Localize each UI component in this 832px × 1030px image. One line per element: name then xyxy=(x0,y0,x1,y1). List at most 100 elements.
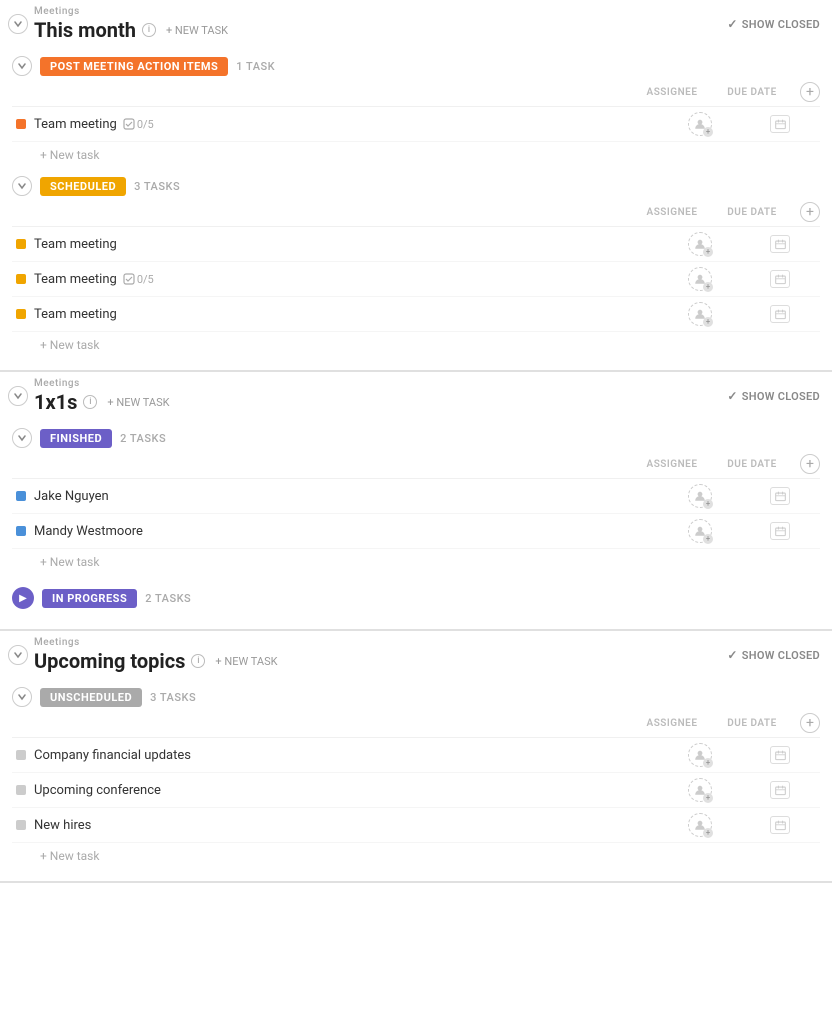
task-row: Team meeting 0/5 + xyxy=(12,262,820,297)
task-name: Team meeting xyxy=(34,237,660,252)
assignee-avatar[interactable]: + xyxy=(688,484,712,508)
duedate-cell xyxy=(740,816,820,834)
info-icon[interactable]: i xyxy=(191,654,205,668)
add-task-btn[interactable]: + New task xyxy=(12,332,820,354)
task-name: Team meeting 0/5 xyxy=(34,272,660,287)
avatar-add-icon: + xyxy=(703,758,713,768)
collapse-btn[interactable] xyxy=(12,176,32,196)
task-row: New hires + xyxy=(12,808,820,843)
assignee-avatar[interactable]: + xyxy=(688,302,712,326)
calendar-icon[interactable] xyxy=(770,305,790,323)
calendar-icon[interactable] xyxy=(770,235,790,253)
assignee-avatar[interactable]: + xyxy=(688,267,712,291)
section-title: Upcoming topics xyxy=(34,649,185,673)
add-task-btn[interactable]: + New task xyxy=(12,843,820,865)
section-header-left: Meetings 1x1s i + NEW TASK xyxy=(8,378,174,414)
avatar-add-icon: + xyxy=(703,534,713,544)
add-column-btn[interactable]: + xyxy=(800,82,820,102)
assignee-cell: + xyxy=(660,302,740,326)
show-closed-btn[interactable]: ✓ SHOW CLOSED xyxy=(727,17,820,31)
calendar-icon[interactable] xyxy=(770,487,790,505)
assignee-avatar[interactable]: + xyxy=(688,743,712,767)
task-row: Team meeting + xyxy=(12,227,820,262)
task-checkbox-icon: 0/5 xyxy=(123,118,154,131)
group-post-meeting: POST MEETING ACTION ITEMS 1 TASK ASSIGNE… xyxy=(12,52,820,164)
section-upcoming-topics: Meetings Upcoming topics i + NEW TASK ✓ … xyxy=(0,631,832,883)
group-in-progress: ▶ IN PROGRESS 2 TASKS xyxy=(12,579,820,613)
task-name: Upcoming conference xyxy=(34,783,660,798)
task-name: New hires xyxy=(34,818,660,833)
section-new-task-btn[interactable]: + NEW TASK xyxy=(211,653,281,670)
assignee-avatar[interactable]: + xyxy=(688,778,712,802)
section-new-task-btn[interactable]: + NEW TASK xyxy=(162,22,232,39)
info-icon[interactable]: i xyxy=(142,23,156,37)
section-collapse-btn[interactable] xyxy=(8,386,28,406)
task-color-indicator xyxy=(16,750,26,760)
avatar-add-icon: + xyxy=(703,127,713,137)
task-name: Company financial updates xyxy=(34,748,660,763)
task-row: Upcoming conference + xyxy=(12,773,820,808)
group-finished: FINISHED 2 TASKS ASSIGNEE DUE DATE + Jak… xyxy=(12,424,820,571)
info-icon[interactable]: i xyxy=(83,395,97,409)
calendar-icon[interactable] xyxy=(770,781,790,799)
section-header: Meetings This month i + NEW TASK ✓ SHOW … xyxy=(0,0,832,44)
duedate-cell xyxy=(740,115,820,133)
duedate-cell xyxy=(740,235,820,253)
group-tag: IN PROGRESS xyxy=(42,589,137,608)
assignee-avatar[interactable]: + xyxy=(688,232,712,256)
task-row: Mandy Westmoore + xyxy=(12,514,820,549)
add-column-btn[interactable]: + xyxy=(800,202,820,222)
group-tag: FINISHED xyxy=(40,429,112,448)
duedate-col-header: DUE DATE xyxy=(712,87,792,98)
column-headers: ASSIGNEE DUE DATE + xyxy=(12,711,820,738)
calendar-icon[interactable] xyxy=(770,746,790,764)
show-closed-btn[interactable]: ✓ SHOW CLOSED xyxy=(727,389,820,403)
duedate-cell xyxy=(740,270,820,288)
group-tag: UNSCHEDULED xyxy=(40,688,142,707)
duedate-cell xyxy=(740,522,820,540)
group-task-count: 3 TASKS xyxy=(150,691,196,704)
assignee-cell: + xyxy=(660,267,740,291)
collapse-btn[interactable] xyxy=(12,56,32,76)
in-progress-play-btn[interactable]: ▶ xyxy=(12,587,34,609)
task-color-indicator xyxy=(16,785,26,795)
calendar-icon[interactable] xyxy=(770,115,790,133)
show-closed-check: ✓ xyxy=(727,389,737,403)
assignee-avatar[interactable]: + xyxy=(688,519,712,543)
section-title: 1x1s xyxy=(34,390,77,414)
duedate-cell xyxy=(740,305,820,323)
assignee-cell: + xyxy=(660,484,740,508)
calendar-icon[interactable] xyxy=(770,522,790,540)
collapse-btn[interactable] xyxy=(12,428,32,448)
section-1x1s: Meetings 1x1s i + NEW TASK ✓ SHOW CLOSED… xyxy=(0,372,832,631)
section-collapse-btn[interactable] xyxy=(8,14,28,34)
add-column-btn[interactable]: + xyxy=(800,713,820,733)
section-new-task-btn[interactable]: + NEW TASK xyxy=(103,394,173,411)
add-column-btn[interactable]: + xyxy=(800,454,820,474)
show-closed-btn[interactable]: ✓ SHOW CLOSED xyxy=(727,648,820,662)
section-header-left: Meetings Upcoming topics i + NEW TASK xyxy=(8,637,282,673)
section-category: Meetings xyxy=(34,6,232,17)
calendar-icon[interactable] xyxy=(770,270,790,288)
section-collapse-btn[interactable] xyxy=(8,645,28,665)
task-checkbox-icon: 0/5 xyxy=(123,273,154,286)
task-color-indicator xyxy=(16,820,26,830)
column-headers: ASSIGNEE DUE DATE + xyxy=(12,200,820,227)
assignee-cell: + xyxy=(660,232,740,256)
assignee-col-header: ASSIGNEE xyxy=(632,718,712,729)
group-header-in-progress: ▶ IN PROGRESS 2 TASKS xyxy=(12,579,820,613)
collapse-btn[interactable] xyxy=(12,687,32,707)
task-row: Jake Nguyen + xyxy=(12,479,820,514)
group-task-count: 1 TASK xyxy=(236,60,275,73)
avatar-add-icon: + xyxy=(703,247,713,257)
group-header: UNSCHEDULED 3 TASKS xyxy=(12,683,820,711)
add-task-btn[interactable]: + New task xyxy=(12,142,820,164)
add-task-btn[interactable]: + New task xyxy=(12,549,820,571)
show-closed-check: ✓ xyxy=(727,17,737,31)
assignee-avatar[interactable]: + xyxy=(688,112,712,136)
task-color-indicator xyxy=(16,526,26,536)
assignee-avatar[interactable]: + xyxy=(688,813,712,837)
calendar-icon[interactable] xyxy=(770,816,790,834)
group-header: POST MEETING ACTION ITEMS 1 TASK xyxy=(12,52,820,80)
group-scheduled: SCHEDULED 3 TASKS ASSIGNEE DUE DATE + Te… xyxy=(12,172,820,354)
